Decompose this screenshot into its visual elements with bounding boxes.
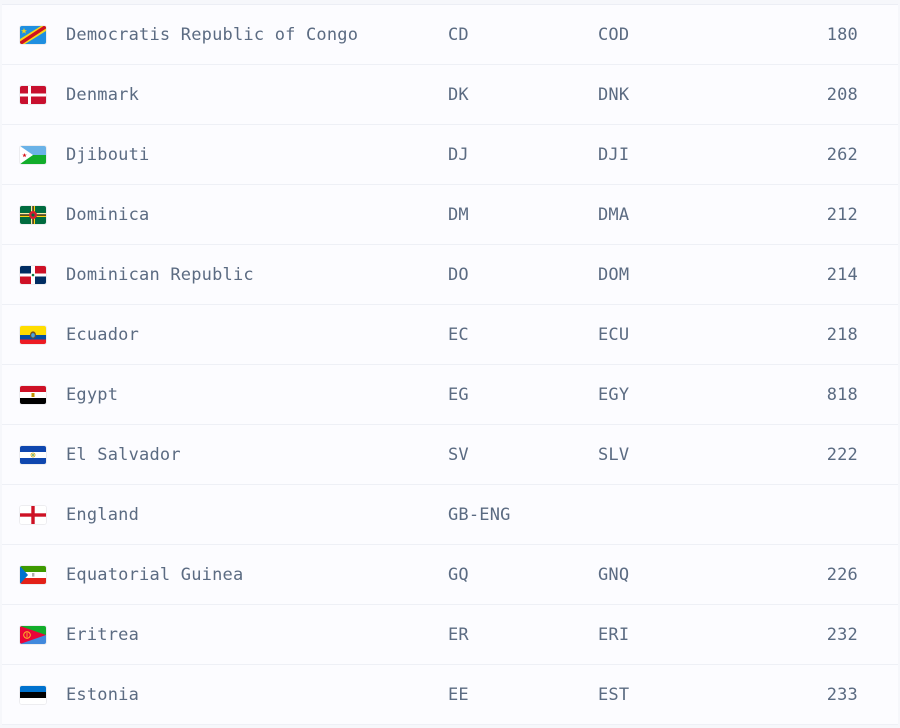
- numeric-code: 212: [826, 205, 858, 225]
- numeric-code: 180: [826, 25, 858, 45]
- numeric-code: 818: [826, 385, 858, 405]
- alpha2-code: EE: [448, 685, 469, 705]
- country-codes-table: Democratis Republic of Congo CD COD 180 …: [2, 4, 898, 725]
- table-row[interactable]: Ecuador EC ECU 218: [2, 305, 898, 365]
- country-name: Dominican Republic: [66, 265, 254, 285]
- alpha3-code: COD: [598, 25, 630, 45]
- numeric-code: 214: [826, 265, 858, 285]
- numeric-code: 222: [826, 445, 858, 465]
- numeric-code: 226: [826, 565, 858, 585]
- alpha3-code: SLV: [598, 445, 630, 465]
- table-row[interactable]: Democratis Republic of Congo CD COD 180: [2, 5, 898, 65]
- flag-er-icon: [20, 626, 46, 644]
- alpha3-code: DJI: [598, 145, 630, 165]
- alpha3-code: GNQ: [598, 565, 630, 585]
- alpha2-code: DJ: [448, 145, 469, 165]
- country-name: El Salvador: [66, 445, 181, 465]
- alpha2-code: EG: [448, 385, 469, 405]
- numeric-code: 232: [826, 625, 858, 645]
- country-name: Denmark: [66, 85, 140, 105]
- numeric-code: 262: [826, 145, 858, 165]
- alpha2-code: DM: [448, 205, 469, 225]
- flag-ec-icon: [20, 326, 46, 344]
- alpha3-code: EGY: [598, 385, 630, 405]
- table-row[interactable]: Denmark DK DNK 208: [2, 65, 898, 125]
- table-row[interactable]: Dominica DM DMA 212: [2, 185, 898, 245]
- country-name: Egypt: [66, 385, 119, 405]
- table-row[interactable]: Estonia EE EST 233: [2, 665, 898, 725]
- flag-sv-icon: [20, 446, 46, 464]
- alpha3-code: DOM: [598, 265, 630, 285]
- table-row[interactable]: Dominican Republic DO DOM 214: [2, 245, 898, 305]
- flag-dj-icon: [20, 146, 46, 164]
- flag-ee-icon: [20, 686, 46, 704]
- country-name: Eritrea: [66, 625, 140, 645]
- alpha2-code: ER: [448, 625, 469, 645]
- alpha3-code: DNK: [598, 85, 630, 105]
- table-row[interactable]: Eritrea ER ERI 232: [2, 605, 898, 665]
- numeric-code: 208: [826, 85, 858, 105]
- alpha3-code: DMA: [598, 205, 630, 225]
- flag-do-icon: [20, 266, 46, 284]
- alpha2-code: DK: [448, 85, 469, 105]
- alpha2-code: GB-ENG: [448, 505, 511, 525]
- country-name: England: [66, 505, 140, 525]
- alpha2-code: DO: [448, 265, 469, 285]
- alpha3-code: ECU: [598, 325, 630, 345]
- numeric-code: 233: [826, 685, 858, 705]
- flag-cd-icon: [20, 26, 46, 44]
- table-row[interactable]: Djibouti DJ DJI 262: [2, 125, 898, 185]
- table-row[interactable]: El Salvador SV SLV 222: [2, 425, 898, 485]
- country-name: Djibouti: [66, 145, 150, 165]
- flag-eg-icon: [20, 386, 46, 404]
- table-row[interactable]: England GB-ENG: [2, 485, 898, 545]
- alpha2-code: EC: [448, 325, 469, 345]
- alpha3-code: EST: [598, 685, 630, 705]
- alpha2-code: SV: [448, 445, 469, 465]
- flag-gb-eng-icon: [20, 506, 46, 524]
- flag-dk-icon: [20, 86, 46, 104]
- country-name: Dominica: [66, 205, 150, 225]
- alpha2-code: CD: [448, 25, 469, 45]
- alpha2-code: GQ: [448, 565, 469, 585]
- alpha3-code: ERI: [598, 625, 630, 645]
- table-row[interactable]: Equatorial Guinea GQ GNQ 226: [2, 545, 898, 605]
- country-name: Ecuador: [66, 325, 140, 345]
- table-row[interactable]: Egypt EG EGY 818: [2, 365, 898, 425]
- country-name: Democratis Republic of Congo: [66, 25, 359, 45]
- flag-gq-icon: [20, 566, 46, 584]
- country-name: Estonia: [66, 685, 140, 705]
- numeric-code: 218: [826, 325, 858, 345]
- flag-dm-icon: [20, 206, 46, 224]
- country-name: Equatorial Guinea: [66, 565, 244, 585]
